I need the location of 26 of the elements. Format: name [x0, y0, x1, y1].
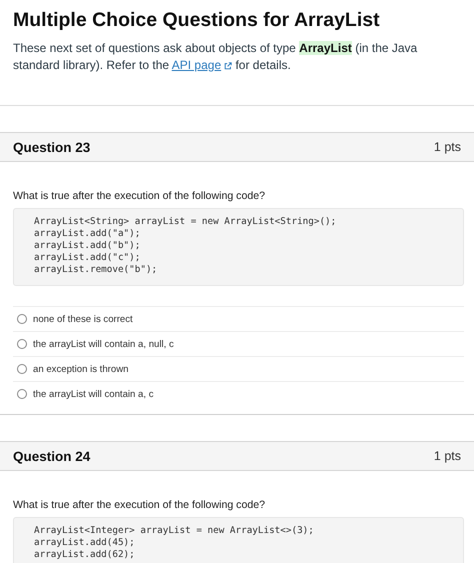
- code-line: arrayList.add(62);: [34, 549, 135, 561]
- question-points: 1 pts: [434, 449, 461, 463]
- page-title: Multiple Choice Questions for ArrayList: [13, 8, 381, 32]
- question-points: 1 pts: [434, 140, 461, 154]
- option-label[interactable]: none of these is correct: [33, 314, 133, 324]
- question-prompt: What is true after the execution of the following code?: [13, 499, 266, 511]
- code-line: arrayList.add("a");: [34, 228, 140, 240]
- radio-button[interactable]: [17, 339, 27, 349]
- code-line: arrayList.remove("b");: [34, 264, 158, 276]
- radio-button[interactable]: [17, 314, 27, 324]
- external-link-icon: [224, 62, 232, 70]
- intro-paragraph: These next set of questions ask about objects of type ArrayList (in the Java standard library). Refer to the API page for details.: [13, 40, 418, 74]
- code-line: arrayList.add("b");: [34, 240, 140, 252]
- option-label[interactable]: an exception is thrown: [33, 364, 128, 374]
- code-line: ArrayList<String> arrayList = new ArrayList<String>();: [34, 216, 336, 228]
- code-line: ArrayList<Integer> arrayList = new ArrayList<>(3);: [34, 525, 314, 537]
- option-label[interactable]: the arrayList will contain a, null, c: [33, 338, 174, 350]
- code-line: arrayList.add("c");: [34, 252, 140, 264]
- radio-button[interactable]: [17, 389, 27, 399]
- api-link[interactable]: API page: [172, 58, 232, 72]
- option-label[interactable]: the arrayList will contain a, c: [33, 388, 154, 400]
- radio-button[interactable]: [17, 364, 27, 374]
- code-line: arrayList.add(45);: [34, 537, 135, 549]
- question-title: Question 23: [13, 140, 90, 154]
- question-title: Question 24: [13, 448, 90, 464]
- question-prompt: What is true after the execution of the following code?: [13, 190, 266, 202]
